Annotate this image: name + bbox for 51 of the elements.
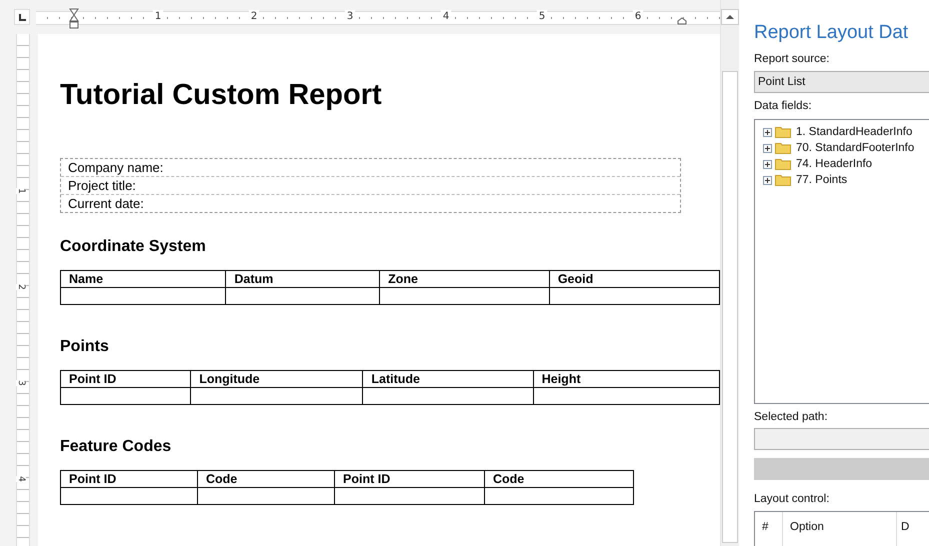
scroll-up-icon[interactable] — [721, 9, 739, 25]
folder-icon — [775, 142, 791, 154]
tree-item[interactable]: 70. StandardFooterInfo — [796, 142, 914, 154]
tree-item[interactable]: 1. StandardHeaderInfo — [796, 126, 912, 138]
ruler-number: 1 — [16, 188, 26, 194]
column-header: Geoid — [549, 270, 720, 288]
column-header: Height — [533, 370, 720, 388]
report-title: Tutorial Custom Report — [60, 78, 383, 112]
right-indent-marker-icon[interactable] — [676, 17, 687, 25]
column-header: # — [755, 512, 783, 546]
column-header: Point ID — [60, 370, 191, 388]
report-source-dropdown[interactable]: Point List — [754, 71, 929, 93]
expander-icon[interactable] — [763, 128, 772, 136]
column-header: Code — [484, 470, 634, 488]
expander-icon[interactable] — [763, 176, 772, 184]
folder-icon — [775, 126, 791, 138]
column-header: Name — [60, 270, 226, 288]
panel-title: Report Layout Dat — [754, 21, 910, 45]
ruler-number: 2 — [16, 284, 26, 290]
ruler-number: 3 — [16, 380, 26, 386]
field-label: Layout control: — [754, 492, 830, 506]
field-label: Selected path: — [754, 410, 829, 424]
selected-path-field[interactable] — [754, 428, 929, 450]
column-header: Point ID — [60, 470, 198, 488]
field-label: Data fields: — [754, 99, 813, 113]
ruler-number: 4 — [16, 476, 26, 482]
folder-icon — [775, 158, 791, 170]
section-heading: Coordinate System — [60, 237, 207, 257]
column-header: Datum — [226, 270, 380, 288]
expander-icon[interactable] — [763, 160, 772, 168]
scrollbar[interactable] — [720, 0, 739, 546]
column-header: Longitude — [190, 370, 363, 388]
section-heading: Points — [60, 337, 110, 357]
field-label: Report source: — [754, 52, 830, 66]
column-header: D — [900, 520, 910, 534]
column-header: Point ID — [334, 470, 484, 488]
column-header: Option — [783, 512, 897, 546]
expander-icon[interactable] — [763, 144, 772, 152]
info-field: Current date: — [61, 195, 680, 212]
tree-item[interactable]: 77. Points — [796, 174, 848, 186]
tree-item[interactable]: 74. HeaderInfo — [796, 158, 872, 170]
info-field: Project title: — [61, 177, 680, 195]
tab-selector-button[interactable] — [14, 9, 30, 25]
info-field: Company name: — [61, 159, 680, 177]
column-header: Code — [198, 470, 334, 488]
folder-icon — [775, 174, 791, 186]
scroll-thumb[interactable] — [722, 71, 738, 543]
column-header: Latitude — [362, 370, 534, 388]
column-header: Zone — [380, 270, 550, 288]
section-heading: Feature Codes — [60, 437, 172, 457]
indent-marker-icon[interactable] — [68, 8, 79, 30]
